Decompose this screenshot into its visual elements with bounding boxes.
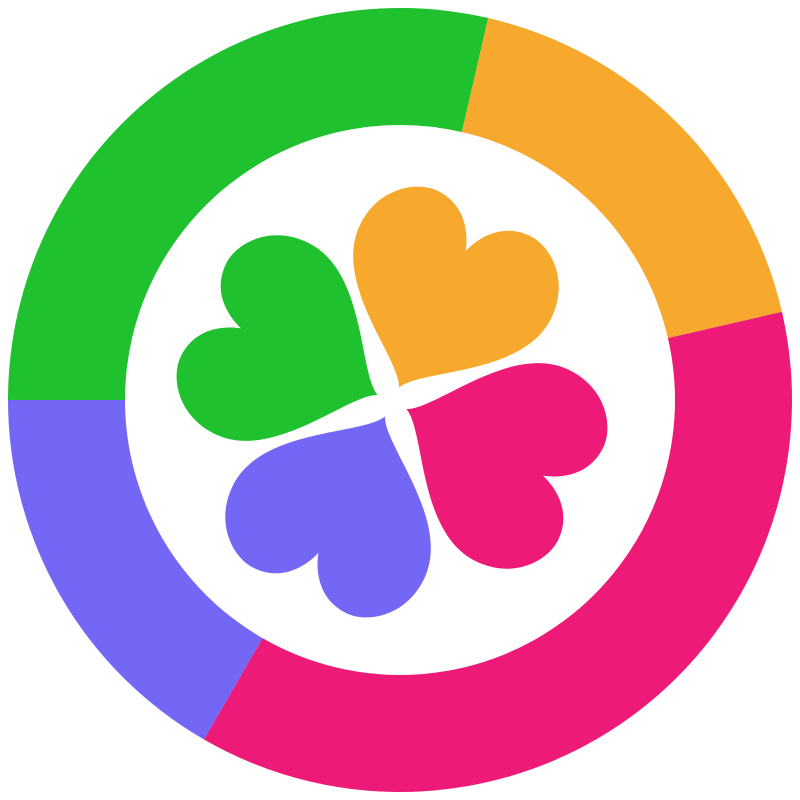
heart-clover [176, 186, 608, 618]
color-ring [8, 8, 792, 792]
clover-logo-icon [8, 8, 792, 792]
logo-canvas [0, 0, 800, 800]
ring-segment-purple [8, 400, 263, 740]
